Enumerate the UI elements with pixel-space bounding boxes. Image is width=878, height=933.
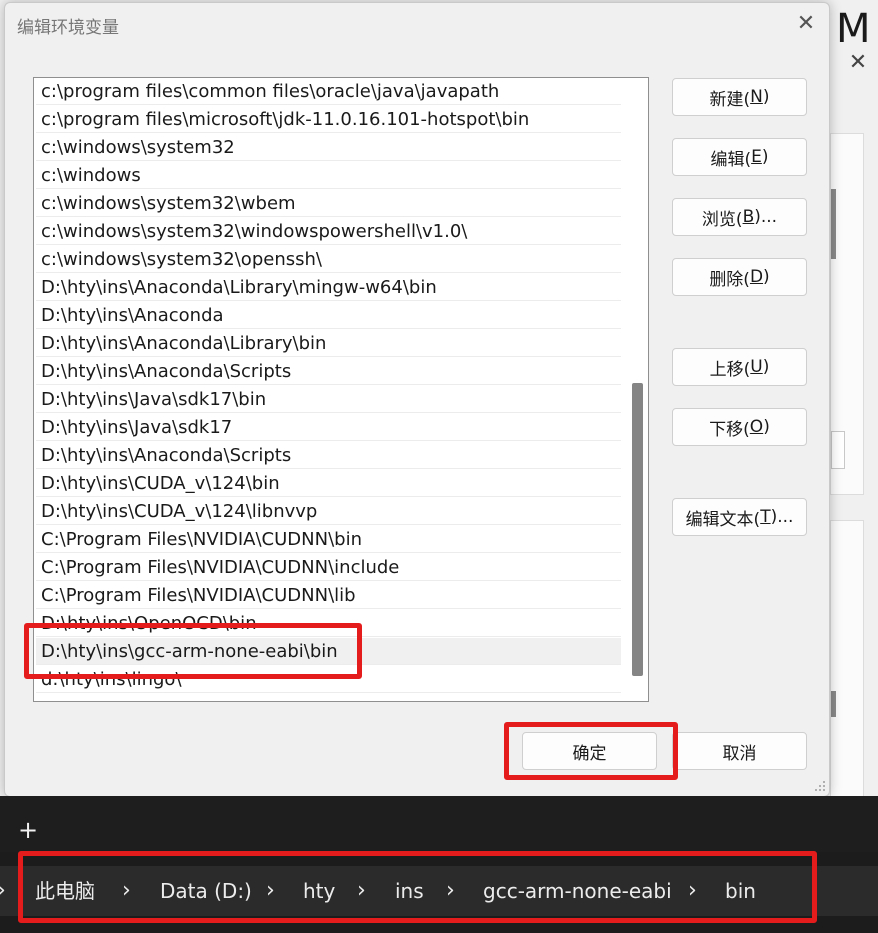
list-item[interactable]: c:\windows\system32\windowspowershell\v1… [36,218,621,245]
edit-button[interactable]: 编辑(E) [672,138,807,176]
button-accesskey: T [760,507,771,527]
list-item[interactable]: D:\hty\ins\OpenOCD\bin [36,610,621,637]
button-label-suffix: ) [763,267,770,287]
list-scrollbar[interactable] [629,78,647,699]
cancel-button[interactable]: 取消 [672,732,807,770]
path-list[interactable]: c:\program files\common files\oracle\jav… [33,77,649,702]
list-item[interactable]: D:\hty\ins\CUDA_v\124\libnvvp [36,498,621,525]
breadcrumb-item-bin[interactable]: bin [725,866,756,916]
explorer-tab-bar [0,796,878,852]
list-item[interactable]: c:\windows\system32\wbem [36,190,621,217]
breadcrumb-item-this-pc[interactable]: 此电脑 [35,866,95,916]
button-accesskey: E [751,147,762,167]
list-item[interactable]: D:\hty\ins\CUDA_v\124\bin [36,470,621,497]
edit-env-variable-dialog: 编辑环境变量 ✕ c:\program files\common files\o… [4,2,830,797]
list-item[interactable]: c:\windows\system32 [36,134,621,161]
list-item[interactable]: D:\hty\ins\Anaconda\Scripts [36,358,621,385]
background-field [831,431,845,469]
button-accesskey: N [750,87,763,107]
browse-button[interactable]: 浏览(B)... [672,198,807,236]
chevron-right-icon[interactable]: › [357,866,366,916]
list-item[interactable]: D:\hty\ins\Anaconda\Library\bin [36,330,621,357]
button-label-suffix: )... [770,507,794,527]
button-label: 编辑文本( [685,509,761,530]
new-tab-button[interactable]: + [16,818,40,842]
button-label-suffix: ) [762,357,770,377]
list-item[interactable]: C:\Program Files\NVIDIA\CUDNN\lib [36,582,621,609]
button-label-suffix: ) [762,87,770,107]
chevron-right-icon[interactable]: › [688,866,697,916]
button-accesskey: B [742,207,755,227]
button-label-suffix: ) [761,147,769,167]
list-item[interactable]: c:\windows [36,162,621,189]
list-item[interactable]: D:\hty\ins\Anaconda [36,302,621,329]
list-item[interactable]: D:\hty\ins\Anaconda\Library\mingw-w64\bi… [36,274,621,301]
button-label: 新建( [709,89,751,110]
edit-text-button[interactable]: 编辑文本(T)... [672,498,807,536]
background-panel-lower [830,520,864,797]
breadcrumb-item-data-drive[interactable]: Data (D:) [160,866,252,916]
list-scrollbar-thumb[interactable] [632,383,643,676]
list-item[interactable]: C:\Program Files\NVIDIA\CUDNN\bin [36,526,621,553]
chevron-right-icon[interactable]: › [446,866,455,916]
background-panel-upper [830,133,864,495]
list-item[interactable]: D:\hty\ins\Java\sdk17\bin [36,386,621,413]
button-label: 编辑( [710,149,752,170]
breadcrumb-item-hty[interactable]: hty [303,866,335,916]
button-label: 上移( [709,359,751,380]
background-scrollbar[interactable] [831,189,836,259]
button-label: 浏览( [701,209,743,230]
list-item[interactable]: D:\hty\ins\Anaconda\Scripts [36,442,621,469]
ok-button[interactable]: 确定 [522,732,657,770]
move-down-button[interactable]: 下移(O) [672,408,807,446]
button-label-suffix: )... [754,207,778,227]
move-up-button[interactable]: 上移(U) [672,348,807,386]
address-bar[interactable]: › 此电脑 › Data (D:) › hty › ins › gcc-arm-… [0,866,878,916]
button-accesskey: D [749,267,764,287]
list-item[interactable]: c:\program files\common files\oracle\jav… [36,78,621,105]
button-label-suffix: ) [763,417,770,437]
delete-button[interactable]: 删除(D) [672,258,807,296]
chevron-right-icon[interactable]: › [122,866,131,916]
button-accesskey: U [750,357,763,377]
breadcrumb-item-ins[interactable]: ins [395,866,424,916]
breadcrumb-item-gcc-arm-none-eabi[interactable]: gcc-arm-none-eabi [483,866,672,916]
list-item[interactable]: C:\Program Files\NVIDIA\CUDNN\include [36,554,621,581]
button-label: 下移( [709,419,750,440]
resize-grip-icon[interactable] [813,779,827,793]
button-label: 删除( [709,269,750,290]
background-scrollbar[interactable] [831,691,836,717]
background-close-icon[interactable]: ✕ [846,50,870,75]
button-accesskey: O [749,417,764,437]
chevron-right-icon[interactable]: › [266,866,275,916]
new-button[interactable]: 新建(N) [672,78,807,116]
dialog-title: 编辑环境变量 [17,18,119,38]
chevron-right-icon[interactable]: › [0,866,6,916]
list-item[interactable]: D:\hty\ins\Java\sdk17 [36,414,621,441]
list-item-selected[interactable]: D:\hty\ins\gcc-arm-none-eabi\bin [36,638,621,665]
list-item[interactable]: d:\hty\ins\lingo\ [36,666,621,693]
background-logo-letter: M [836,6,870,52]
list-item[interactable]: c:\program files\microsoft\jdk-11.0.16.1… [36,106,621,133]
list-item[interactable]: c:\windows\system32\openssh\ [36,246,621,273]
close-icon[interactable]: ✕ [793,11,819,37]
